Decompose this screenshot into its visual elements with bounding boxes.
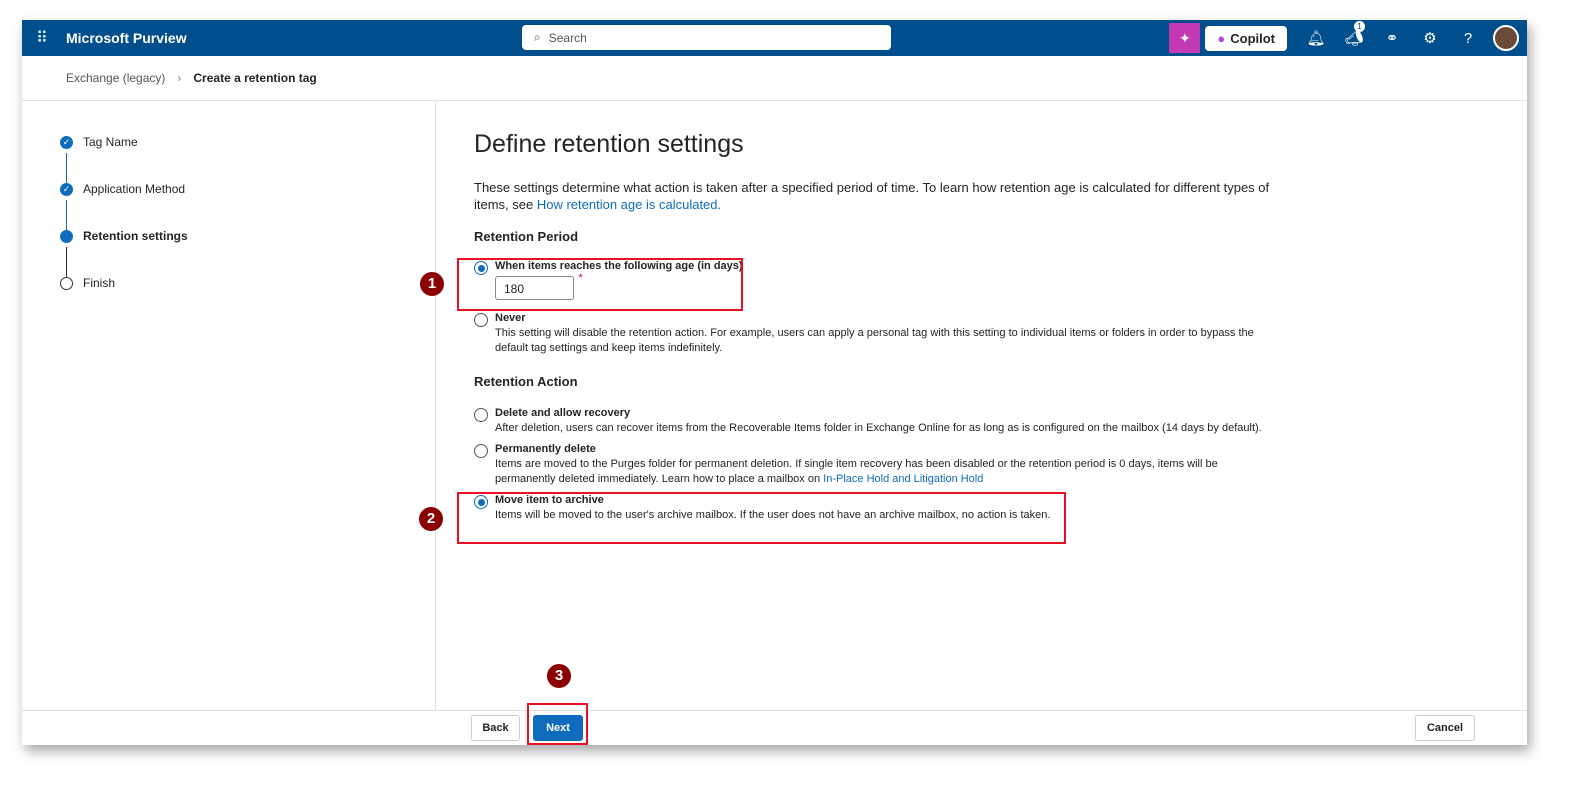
page-title: Define retention settings (474, 130, 744, 158)
hold-link[interactable]: In-Place Hold and Litigation Hold (823, 473, 983, 485)
app-title: Microsoft Purview (66, 30, 187, 46)
cancel-button[interactable]: Cancel (1415, 715, 1475, 741)
bell-icon[interactable]: 🔔︎ (1297, 29, 1335, 47)
radio-never[interactable]: Never This setting will disable the reten… (474, 312, 1274, 356)
step-tag-name[interactable]: ✓ Tag Name (60, 135, 138, 149)
breadcrumb-parent[interactable]: Exchange (legacy) (66, 71, 165, 85)
breadcrumb: Exchange (legacy) › Create a retention t… (22, 56, 1527, 101)
annotation-1: 1 (420, 272, 444, 296)
highlight-box-2 (457, 492, 1066, 544)
step-application-method[interactable]: ✓ Application Method (60, 182, 185, 196)
intro-text: These settings determine what action is … (474, 180, 1270, 212)
radio-permanently-delete[interactable]: Permanently delete Items are moved to the… (474, 443, 1274, 487)
top-bar: ⠿ Microsoft Purview ⌕ Search ✦ ● Copilot 🔔… (22, 20, 1527, 56)
notification-badge: 1 (1354, 21, 1365, 32)
retention-age-link[interactable]: How retention age is calculated. (537, 197, 721, 212)
radio-delete-allow-recovery[interactable]: Delete and allow recovery After deletion,… (474, 407, 1274, 436)
share-icon[interactable]: ⚭ (1373, 29, 1411, 47)
current-step-icon (60, 229, 73, 243)
wizard-footer: Back Next Cancel (22, 703, 1527, 745)
app-launcher-icon[interactable]: ⠿ (22, 28, 62, 48)
rocket-icon[interactable]: ✦ (1169, 23, 1201, 53)
radio-unselected[interactable] (474, 444, 488, 458)
check-icon: ✓ (60, 182, 73, 196)
radio-unselected[interactable] (474, 408, 488, 422)
retention-period-heading: Retention Period (474, 229, 579, 244)
chevron-right-icon: › (177, 71, 182, 85)
retention-settings-form: Define retention settings These settings… (474, 130, 1274, 523)
annotation-2: 2 (419, 507, 443, 531)
search-icon: ⌕ (534, 30, 541, 44)
retention-action-heading: Retention Action (474, 374, 578, 389)
annotation-3: 3 (547, 664, 571, 688)
breadcrumb-current: Create a retention tag (193, 71, 317, 85)
back-button[interactable]: Back (471, 715, 520, 741)
radio-unselected[interactable] (474, 313, 488, 327)
help-icon[interactable]: ? (1449, 30, 1487, 47)
gear-icon[interactable]: ⚙ (1411, 29, 1449, 47)
search-input[interactable]: ⌕ Search (522, 25, 891, 50)
pending-step-icon (60, 276, 73, 290)
purview-window: ⠿ Microsoft Purview ⌕ Search ✦ ● Copilot 🔔… (22, 20, 1527, 745)
step-retention-settings[interactable]: Retention settings (60, 229, 188, 243)
check-icon: ✓ (60, 135, 73, 149)
avatar[interactable] (1493, 25, 1519, 51)
wizard-steps: ✓ Tag Name ✓ Application Method Retention … (22, 101, 436, 711)
next-button[interactable]: Next (533, 715, 583, 741)
announcement-icon[interactable]: 📣︎ 1 (1335, 21, 1373, 47)
highlight-box-1 (457, 258, 743, 311)
copilot-icon: ● (1217, 30, 1226, 46)
step-finish[interactable]: Finish (60, 276, 115, 290)
copilot-button[interactable]: ● Copilot (1205, 25, 1287, 51)
